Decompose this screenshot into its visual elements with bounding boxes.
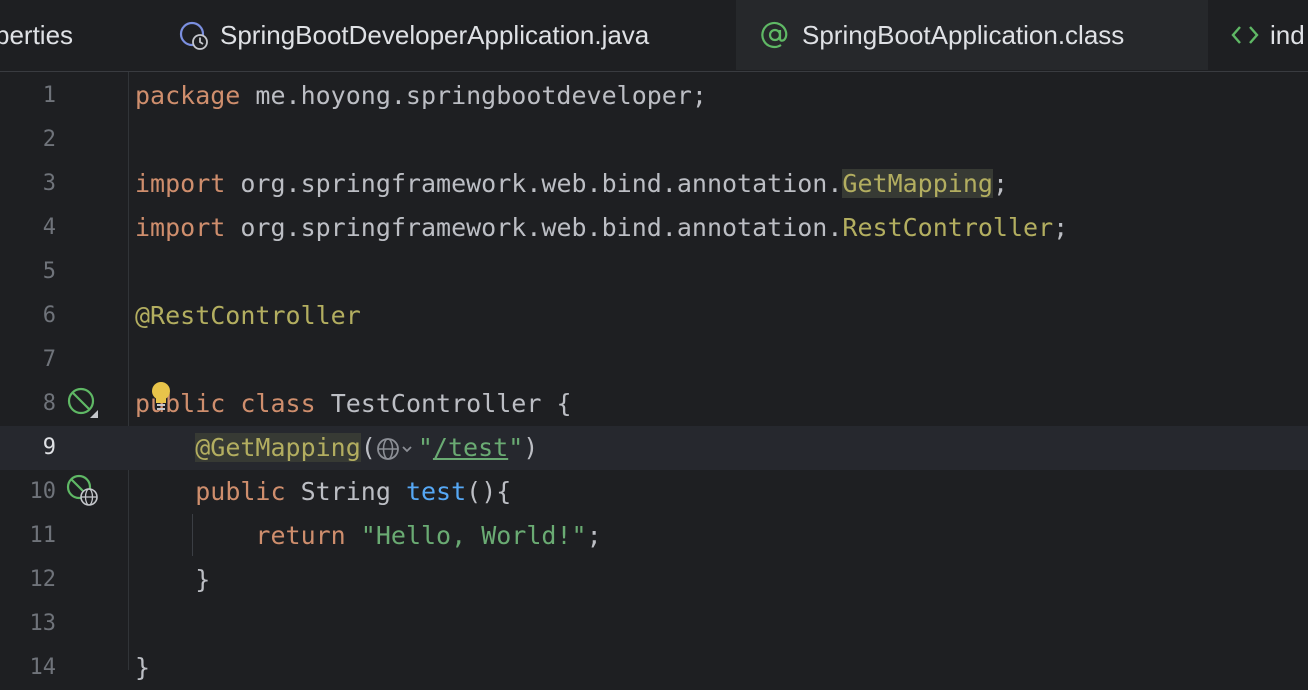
class-reference: RestController <box>842 213 1054 242</box>
code-line[interactable]: 10 public String test(){ <box>0 470 1308 514</box>
tab-springbootapplication-class[interactable]: SpringBootApplication.class <box>736 0 1208 70</box>
code-line[interactable]: 4 import org.springframework.web.bind.an… <box>0 206 1308 250</box>
code-text: } <box>135 565 211 594</box>
code-line[interactable]: 8 public class TestController { <box>0 382 1308 426</box>
code-line[interactable]: 14 } <box>0 646 1308 690</box>
line-number: 10 <box>29 479 57 504</box>
code-text: import org.springframework.web.bind.anno… <box>135 169 1008 198</box>
line-number: 3 <box>42 171 56 196</box>
line-number: 4 <box>42 215 56 240</box>
spring-boot-application-icon <box>178 20 208 50</box>
html-file-icon <box>1230 22 1260 48</box>
line-number: 9 <box>42 435 56 460</box>
code-line[interactable]: 12 } <box>0 558 1308 602</box>
line-number: 5 <box>42 259 56 284</box>
code-line[interactable]: 11 return "Hello, World!"; <box>0 514 1308 558</box>
code-line[interactable]: 1 package me.hoyong.springbootdeveloper; <box>0 74 1308 118</box>
tab-index-html[interactable]: ind <box>1230 0 1308 70</box>
code-line[interactable]: 6 @RestController <box>0 294 1308 338</box>
code-text: import org.springframework.web.bind.anno… <box>135 213 1069 242</box>
class-reference: GetMapping <box>842 169 993 198</box>
line-number: 12 <box>29 567 57 592</box>
tab-label: SpringBootApplication.class <box>802 19 1125 50</box>
line-number: 7 <box>42 347 56 372</box>
line-number: 1 <box>42 83 56 108</box>
code-text: public String test(){ <box>195 477 512 506</box>
line-number: 11 <box>29 523 57 548</box>
endpoint-url-link[interactable]: /test <box>433 433 508 462</box>
line-number: 6 <box>42 303 56 328</box>
code-line[interactable]: 3 import org.springframework.web.bind.an… <box>0 162 1308 206</box>
code-line[interactable]: 13 <box>0 602 1308 646</box>
code-text: @GetMapping("/test") <box>195 433 539 462</box>
tab-label: SpringBootDeveloperApplication.java <box>220 19 650 50</box>
code-text: package me.hoyong.springbootdeveloper; <box>135 81 707 110</box>
code-text: } <box>135 653 151 682</box>
tab-properties[interactable]: perties <box>0 0 155 70</box>
code-text: public class TestController { <box>135 389 572 418</box>
code-line[interactable]: 5 <box>0 250 1308 294</box>
globe-inlay-icon[interactable] <box>376 433 418 461</box>
tab-springbootdeveloperapplication[interactable]: SpringBootDeveloperApplication.java <box>160 0 753 70</box>
annotation-icon <box>760 20 790 50</box>
lightbulb-icon[interactable] <box>148 380 174 416</box>
line-number: 13 <box>29 611 57 636</box>
code-line[interactable]: 7 <box>0 338 1308 382</box>
code-line-current[interactable]: 9 @GetMapping("/test") <box>0 426 1308 470</box>
tab-label: ind <box>1270 19 1305 50</box>
spring-bean-icon[interactable] <box>66 386 100 424</box>
code-text: @RestController <box>135 301 361 330</box>
line-number: 14 <box>29 655 57 680</box>
spring-web-endpoint-icon[interactable] <box>66 474 100 512</box>
annotation-reference: @GetMapping <box>195 433 361 462</box>
code-editor[interactable]: 1 package me.hoyong.springbootdeveloper;… <box>0 72 1308 682</box>
line-number: 8 <box>42 391 56 416</box>
indent-guide <box>192 514 193 556</box>
line-number: 2 <box>42 127 56 152</box>
editor-tab-bar: perties SpringBootDeveloperApplication.j… <box>0 0 1308 72</box>
code-text: return "Hello, World!"; <box>255 521 602 550</box>
code-line[interactable]: 2 <box>0 118 1308 162</box>
tab-label: perties <box>0 19 74 50</box>
